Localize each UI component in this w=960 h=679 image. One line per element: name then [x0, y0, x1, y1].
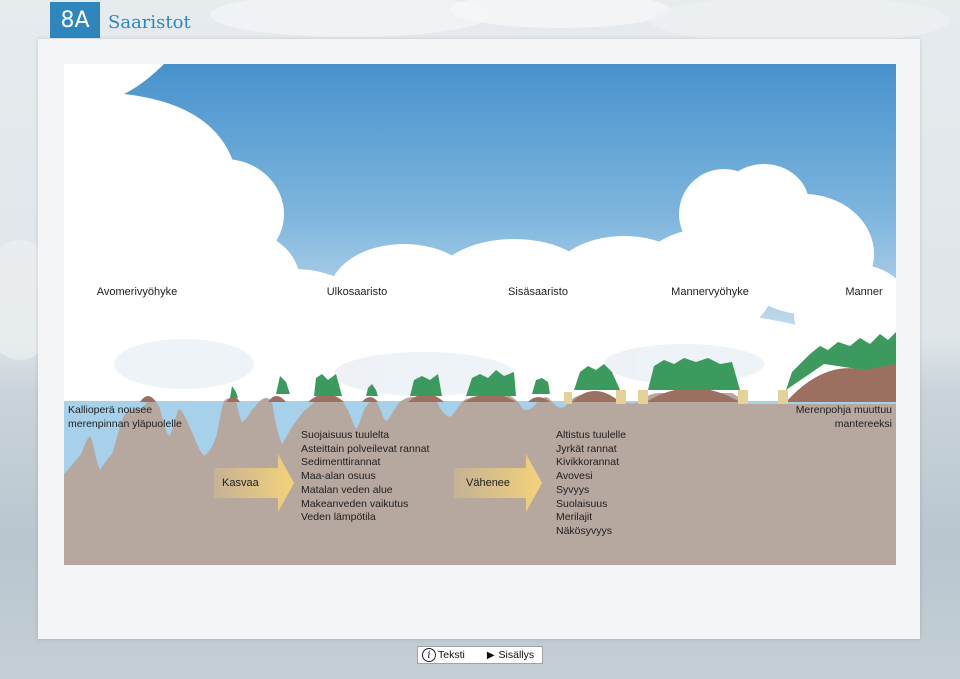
page-title: Saaristot — [108, 12, 191, 33]
decrease-label: Vähenee — [466, 477, 511, 489]
chapter-badge: 8A — [50, 2, 100, 38]
list-item: Suolaisuus — [556, 497, 608, 510]
contents-button[interactable]: ▶ Sisällys — [483, 647, 538, 663]
right-note: Merenpohja muuttuu mantereeksi — [796, 404, 892, 431]
left-note-line: merenpinnan yläpuolelle — [68, 417, 182, 430]
zone-label-mainland-zone: Mannervyöhyke — [671, 286, 749, 298]
archipelago-diagram: Avomerivyöhyke Ulkosaaristo Sisäsaaristo… — [64, 64, 896, 565]
list-item: Kivikkorannat — [556, 456, 620, 469]
list-item: Altistus tuulelle — [556, 429, 627, 441]
list-item: Avovesi — [556, 470, 593, 483]
list-item: Matalan veden alue — [301, 483, 393, 496]
list-item: Maa-alan osuus — [301, 470, 376, 483]
increase-label: Kasvaa — [222, 477, 259, 489]
contents-button-label: Sisällys — [498, 649, 535, 661]
info-icon: i — [422, 648, 436, 662]
list-item: Suojaisuus tuulelta — [301, 429, 390, 441]
list-item: Merilajit — [556, 511, 593, 524]
text-button[interactable]: i Teksti — [418, 647, 469, 663]
list-item: Näkösyvyys — [556, 524, 613, 537]
left-note-line: Kallioperä nousee — [68, 404, 153, 416]
zone-label-inner-archipelago: Sisäsaaristo — [508, 286, 568, 298]
footer-nav: i Teksti ▶ Sisällys — [417, 646, 543, 664]
list-item: Jyrkät rannat — [556, 442, 617, 455]
list-item: Syvyys — [556, 483, 590, 496]
zone-label-open-sea: Avomerivyöhyke — [96, 286, 178, 298]
list-item: Asteittain polveilevat rannat — [301, 442, 430, 455]
right-note-line: Merenpohja muuttuu — [795, 404, 892, 416]
play-icon: ▶ — [486, 649, 495, 661]
zone-label-mainland: Manner — [845, 286, 883, 298]
list-item: Veden lämpötila — [301, 511, 376, 524]
zone-label-outer-archipelago: Ulkosaaristo — [326, 286, 388, 298]
text-button-label: Teksti — [438, 649, 465, 661]
list-item: Sedimenttirannat — [301, 456, 381, 469]
list-item: Makeanveden vaikutus — [301, 497, 409, 510]
decrease-list: Altistus tuulelle Jyrkät rannat Kivikkor… — [556, 429, 626, 539]
right-note-line: mantereeksi — [834, 417, 892, 430]
left-note: Kallioperä nousee merenpinnan yläpuolell… — [68, 404, 182, 431]
increase-list: Suojaisuus tuulelta Asteittain polveilev… — [301, 429, 429, 525]
